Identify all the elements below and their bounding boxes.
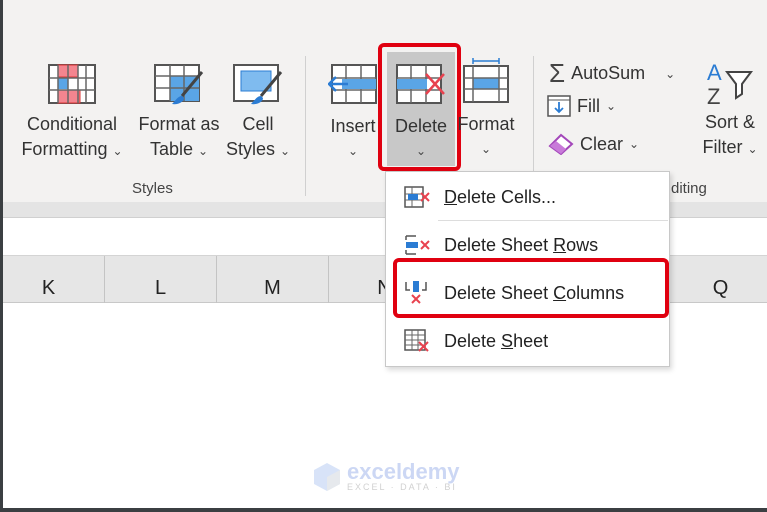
conditional-formatting-icon xyxy=(48,64,96,104)
format-button[interactable]: Format ⌄ xyxy=(457,58,515,162)
delete-rows-icon xyxy=(405,235,430,255)
sort-filter-icon: AZ xyxy=(707,60,753,106)
chevron-down-icon: ⌄ xyxy=(629,137,640,151)
eraser-icon xyxy=(548,133,574,155)
svg-text:A: A xyxy=(707,60,722,85)
chevron-down-icon: ⌄ xyxy=(480,142,492,156)
access-key: R xyxy=(553,234,567,255)
label: Format as xyxy=(138,114,220,134)
label: Table xyxy=(149,139,193,159)
label: Delete Sheet xyxy=(444,330,549,351)
conditional-formatting-button[interactable]: Conditional Formatting ⌄ xyxy=(17,64,127,164)
insert-button[interactable]: Insert ⌄ xyxy=(325,64,381,164)
svg-text:Z: Z xyxy=(707,84,720,106)
menu-item-delete-cells[interactable]: Delete Cells... xyxy=(386,174,669,220)
watermark-brand: exceldemy xyxy=(347,459,460,484)
column-header-m[interactable]: M xyxy=(217,256,329,303)
label: Sort & xyxy=(704,112,756,132)
clear-button[interactable]: Clear ⌄ xyxy=(548,133,639,155)
label: Insert xyxy=(330,116,376,136)
fill-button[interactable]: Fill ⌄ xyxy=(547,95,616,117)
label: Fill xyxy=(577,95,600,116)
fill-down-icon xyxy=(547,95,571,117)
styles-group-label: Styles xyxy=(132,180,173,197)
format-cells-icon xyxy=(463,58,509,103)
access-key: S xyxy=(501,330,514,351)
format-as-table-icon xyxy=(154,64,204,105)
label: Conditional xyxy=(26,114,118,134)
access-key: D xyxy=(444,186,457,207)
sigma-icon: Σ xyxy=(549,58,566,88)
editing-group-label: diting xyxy=(671,180,707,197)
chevron-down-icon: ⌄ xyxy=(197,144,209,158)
delete-highlight-box xyxy=(378,43,461,171)
cell-styles-button[interactable]: Cell Styles ⌄ xyxy=(223,64,293,164)
chevron-down-icon: ⌄ xyxy=(347,144,359,158)
label: Format xyxy=(457,114,515,134)
chevron-down-icon: ⌄ xyxy=(279,144,291,158)
delete-sheet-columns-highlight-box xyxy=(393,258,669,318)
chevron-down-icon: ⌄ xyxy=(606,99,617,113)
chevron-down-icon: ⌄ xyxy=(665,66,676,81)
label: Styles xyxy=(225,139,275,159)
cell-styles-icon xyxy=(233,64,283,105)
label: Clear xyxy=(580,133,624,154)
delete-sheet-icon xyxy=(404,329,429,352)
column-header-l[interactable]: L xyxy=(105,256,217,303)
format-as-table-button[interactable]: Format as Table ⌄ xyxy=(133,64,225,164)
exceldemy-logo-icon xyxy=(314,463,340,491)
divider xyxy=(305,56,306,196)
column-header-q[interactable]: Q xyxy=(665,256,767,303)
autosum-button[interactable]: Σ AutoSum ⌄ xyxy=(549,58,675,89)
insert-cells-icon xyxy=(328,64,377,104)
column-header-k[interactable]: K xyxy=(3,256,105,303)
label: Delete Cells... xyxy=(444,186,557,207)
sort-filter-button[interactable]: AZ Sort & Filter ⌄ xyxy=(693,60,767,162)
watermark-tagline: EXCEL · DATA · BI xyxy=(347,482,457,492)
divider xyxy=(438,220,668,221)
delete-cells-icon xyxy=(404,186,430,208)
label: AutoSum xyxy=(571,63,646,83)
chevron-down-icon: ⌄ xyxy=(112,144,123,158)
label: Filter xyxy=(702,137,743,157)
menu-item-delete-sheet[interactable]: Delete Sheet xyxy=(386,318,669,364)
label: Delete Sheet Rows xyxy=(444,234,599,255)
label: Formatting xyxy=(21,139,108,159)
exceldemy-watermark: exceldemy EXCEL · DATA · BI xyxy=(313,459,460,492)
label: Cell xyxy=(242,114,274,134)
chevron-down-icon: ⌄ xyxy=(747,142,758,156)
